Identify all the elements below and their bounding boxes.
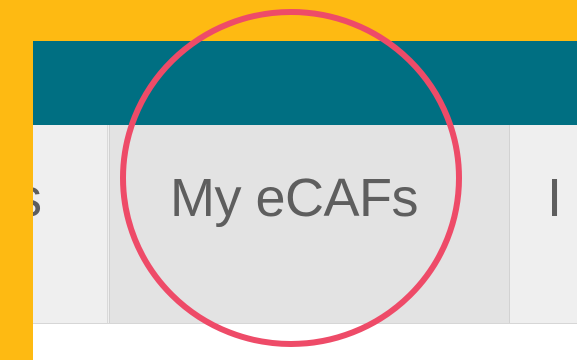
- tab-next[interactable]: I: [511, 125, 577, 323]
- tab-next-label: I: [547, 168, 562, 228]
- top-header-bar: [33, 41, 577, 125]
- tab-previous[interactable]: s: [33, 125, 108, 323]
- app-window: s My eCAFs I: [33, 41, 577, 360]
- tab-bar: s My eCAFs I: [33, 125, 577, 324]
- tab-previous-label: s: [33, 168, 42, 228]
- tab-my-ecafs-label: My eCAFs: [170, 168, 419, 228]
- tab-my-ecafs[interactable]: My eCAFs: [109, 125, 510, 323]
- screenshot-stage: s My eCAFs I: [0, 0, 577, 360]
